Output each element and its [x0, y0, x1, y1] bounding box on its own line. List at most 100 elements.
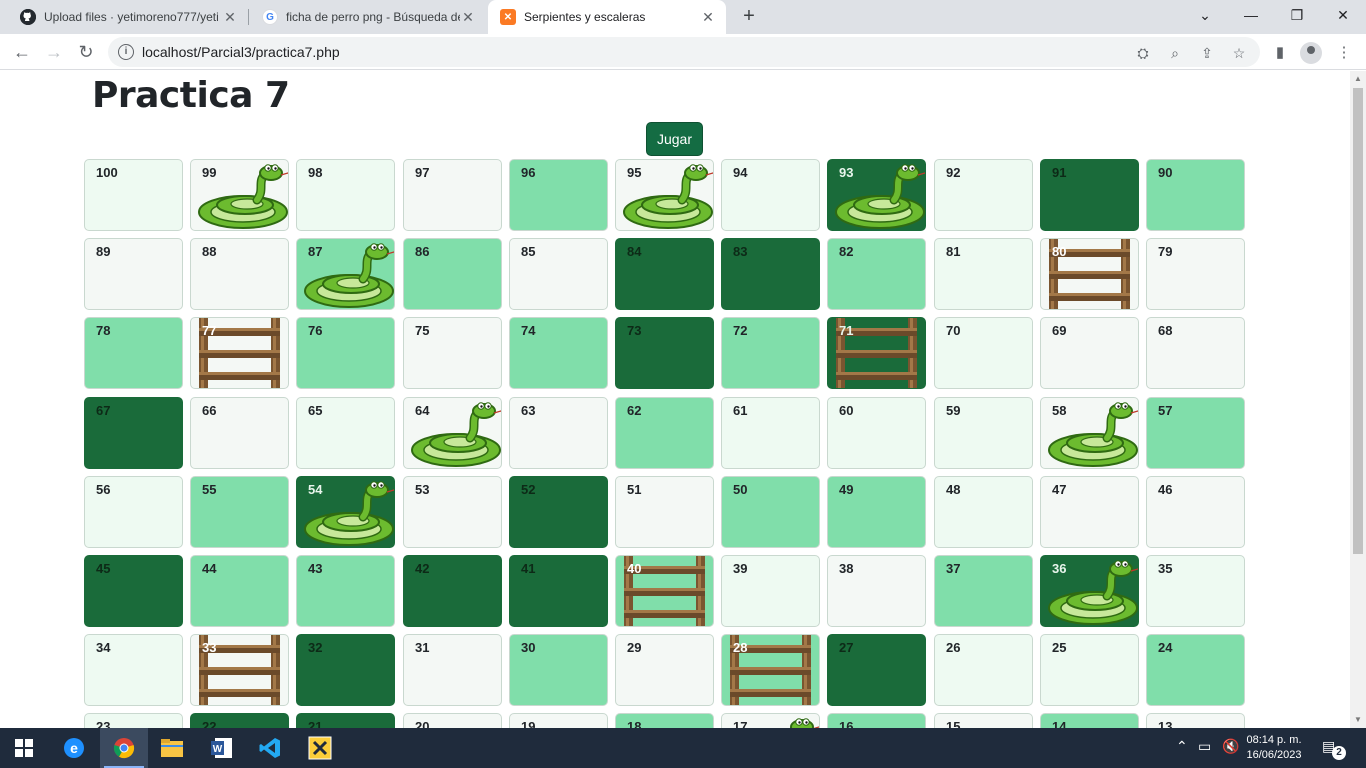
svg-text:W: W	[213, 744, 223, 755]
cell-number: 91	[1052, 165, 1067, 180]
site-info-icon[interactable]: i	[118, 44, 134, 60]
word-icon[interactable]: W	[198, 728, 246, 768]
board-cell: 25	[1040, 634, 1139, 706]
board-cell: 47	[1040, 476, 1139, 548]
board-cell: 59	[934, 397, 1033, 469]
board-cell: 15	[934, 713, 1033, 728]
restore-icon[interactable]: ❐	[1274, 0, 1320, 30]
tab-google-search[interactable]: G ficha de perro png - Búsqueda de ✕	[250, 0, 486, 34]
forward-arrow-icon[interactable]: →	[42, 40, 66, 64]
board-cell: 17	[721, 713, 820, 728]
system-clock[interactable]: 08:14 p. m. 16/06/2023	[1236, 733, 1312, 763]
cell-number: 39	[733, 561, 748, 576]
tab-search-chevron-icon[interactable]: ⌄	[1182, 0, 1228, 30]
cell-number: 25	[1052, 640, 1067, 655]
chrome-icon[interactable]	[100, 728, 148, 768]
cell-number: 84	[627, 244, 642, 259]
url-text[interactable]: localhost/Parcial3/practica7.php	[142, 44, 340, 60]
cell-number: 56	[96, 482, 111, 497]
board-cell: 38	[827, 555, 926, 627]
bookmark-star-icon[interactable]: ☆	[1230, 44, 1248, 62]
file-explorer-icon[interactable]	[148, 728, 196, 768]
close-tab-icon[interactable]: ✕	[700, 9, 716, 26]
reload-icon[interactable]: ↻	[74, 40, 98, 64]
tab-upload-files[interactable]: Upload files · yetimoreno777/yeti ✕	[8, 0, 248, 34]
cell-number: 68	[1158, 323, 1173, 338]
zoom-icon[interactable]: ⌕	[1166, 44, 1184, 62]
scroll-down-arrow-icon[interactable]: ▼	[1354, 716, 1362, 724]
side-panel-icon[interactable]: ▮	[1270, 43, 1290, 63]
tray-chevron-up-icon[interactable]: ⌃	[1176, 738, 1188, 755]
address-bar[interactable]: i localhost/Parcial3/practica7.php ⛭ ⌕ ⇪…	[108, 37, 1260, 67]
board-cell: 69	[1040, 317, 1139, 389]
close-tab-icon[interactable]: ✕	[222, 9, 238, 26]
board-cell: 54	[296, 476, 395, 548]
scroll-up-arrow-icon[interactable]: ▲	[1354, 75, 1362, 83]
cell-number: 65	[308, 403, 323, 418]
cell-number: 16	[839, 719, 854, 728]
board-cell: 83	[721, 238, 820, 310]
new-tab-button[interactable]: +	[738, 6, 760, 28]
cell-number: 47	[1052, 482, 1067, 497]
board-cell: 97	[403, 159, 502, 231]
board-cell: 94	[721, 159, 820, 231]
board-cell: 68	[1146, 317, 1245, 389]
cell-number: 96	[521, 165, 536, 180]
board-cell: 72	[721, 317, 820, 389]
board-cell: 76	[296, 317, 395, 389]
board-cell: 66	[190, 397, 289, 469]
page-scrollbar[interactable]: ▲ ▼	[1350, 71, 1366, 728]
network-icon[interactable]: ▭	[1198, 738, 1211, 755]
cell-number: 42	[415, 561, 430, 576]
minimize-icon[interactable]: —	[1228, 0, 1274, 30]
notifications-icon[interactable]: ▤ 2	[1322, 738, 1346, 760]
svg-text:e: e	[70, 740, 78, 756]
edge-icon[interactable]: e	[50, 728, 98, 768]
board-cell: 61	[721, 397, 820, 469]
board-cell: 36	[1040, 555, 1139, 627]
cell-number: 45	[96, 561, 111, 576]
back-arrow-icon[interactable]: ←	[10, 40, 34, 64]
cell-number: 55	[202, 482, 217, 497]
board-cell: 50	[721, 476, 820, 548]
xampp-taskbar-icon[interactable]	[296, 728, 344, 768]
cell-number: 13	[1158, 719, 1173, 728]
play-button[interactable]: Jugar	[646, 122, 703, 156]
board-cell: 29	[615, 634, 714, 706]
close-tab-icon[interactable]: ✕	[460, 9, 476, 26]
cell-number: 44	[202, 561, 217, 576]
windows-start-icon[interactable]	[0, 728, 48, 768]
board-cell: 58	[1040, 397, 1139, 469]
cell-number: 76	[308, 323, 323, 338]
cell-number: 59	[946, 403, 961, 418]
cell-number: 86	[415, 244, 430, 259]
board-cell: 79	[1146, 238, 1245, 310]
cell-number: 37	[946, 561, 961, 576]
board-cell: 22	[190, 713, 289, 728]
cell-number: 98	[308, 165, 323, 180]
tab-serpientes-escaleras[interactable]: ✕ Serpientes y escaleras ✕	[488, 0, 726, 34]
cell-number: 17	[733, 719, 748, 728]
profile-avatar-icon[interactable]	[1300, 42, 1322, 64]
cell-number: 74	[521, 323, 536, 338]
menu-kebab-icon[interactable]: ⋮	[1334, 43, 1354, 63]
board-cell: 18	[615, 713, 714, 728]
scroll-thumb[interactable]	[1353, 88, 1363, 554]
cell-number: 31	[415, 640, 430, 655]
close-window-icon[interactable]: ✕	[1320, 0, 1366, 30]
board-cell: 24	[1146, 634, 1245, 706]
board-cell: 44	[190, 555, 289, 627]
board-cell: 49	[827, 476, 926, 548]
board-cell: 40	[615, 555, 714, 627]
cell-number: 28	[733, 640, 748, 655]
vscode-icon[interactable]	[246, 728, 294, 768]
cell-number: 23	[96, 719, 111, 728]
cell-number: 95	[627, 165, 642, 180]
board-cell: 81	[934, 238, 1033, 310]
board-cell: 62	[615, 397, 714, 469]
cell-number: 90	[1158, 165, 1173, 180]
board-cell: 100	[84, 159, 183, 231]
translate-icon[interactable]: ⛭	[1134, 44, 1152, 62]
board-cell: 23	[84, 713, 183, 728]
share-icon[interactable]: ⇪	[1198, 44, 1216, 62]
